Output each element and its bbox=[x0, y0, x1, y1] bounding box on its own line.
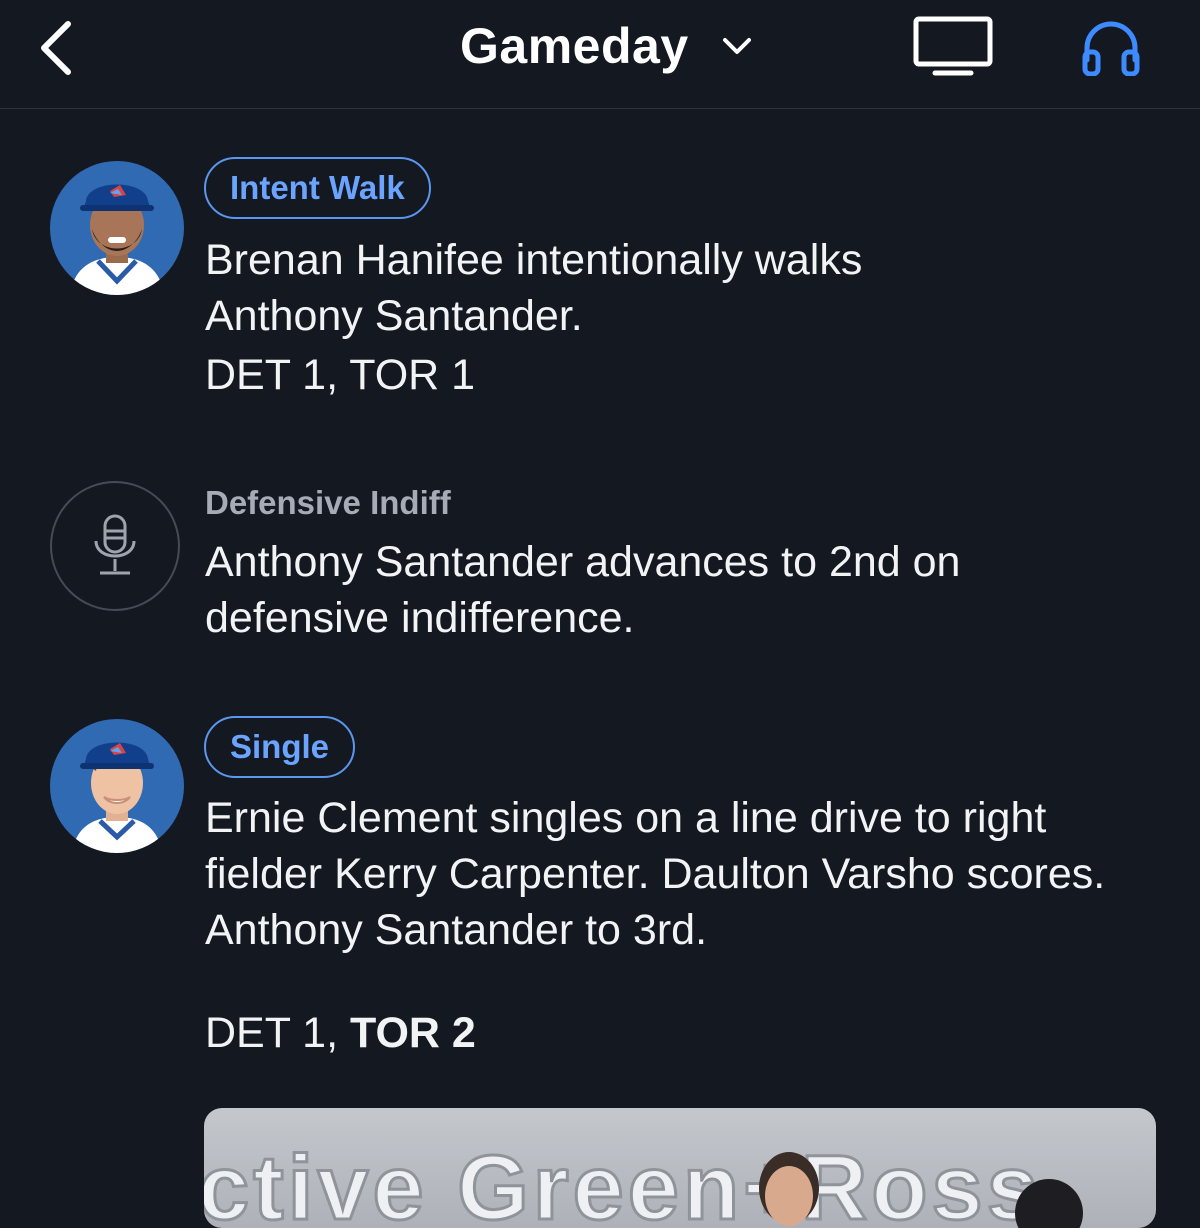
play-description: Anthony Santander advances to 2nd on def… bbox=[205, 538, 961, 642]
score-separator: , bbox=[326, 351, 350, 399]
video-player-figure bbox=[759, 1152, 819, 1226]
score-line: DET 1, TOR 1 bbox=[205, 347, 475, 403]
score-line: DET 1, TOR 2 bbox=[205, 1005, 476, 1061]
chevron-left-icon bbox=[41, 21, 71, 75]
microphone-icon bbox=[94, 514, 136, 575]
away-score: DET 1 bbox=[205, 351, 327, 399]
gameday-menu[interactable]: Gameday bbox=[460, 14, 753, 78]
player-avatar[interactable] bbox=[50, 719, 184, 853]
headphones-icon bbox=[1082, 21, 1140, 76]
page-title: Gameday bbox=[460, 18, 689, 74]
play-type-badge: Intent Walk bbox=[204, 157, 431, 219]
video-thumbnail-text: ctive Green+Ross bbox=[204, 1136, 1042, 1228]
chevron-down-icon bbox=[721, 35, 753, 57]
audio-button[interactable] bbox=[1076, 14, 1146, 80]
back-button[interactable] bbox=[30, 18, 80, 78]
tv-button[interactable] bbox=[910, 14, 996, 80]
play-type-badge: Single bbox=[204, 716, 356, 778]
play-type-label: Defensive Indiff bbox=[205, 484, 451, 521]
away-score: DET 1 bbox=[205, 1009, 327, 1057]
home-score: TOR 1 bbox=[349, 351, 476, 399]
tv-icon bbox=[913, 16, 993, 76]
play-description: Ernie Clement singles on a line drive to… bbox=[205, 794, 1106, 954]
top-bar: Gameday bbox=[0, 0, 1200, 109]
player-avatar[interactable] bbox=[50, 161, 184, 295]
home-score: TOR 2 bbox=[350, 1009, 476, 1057]
highlight-video-card[interactable]: ctive Green+Ross bbox=[204, 1108, 1156, 1228]
score-separator: , bbox=[326, 1009, 350, 1057]
video-player-figure-2 bbox=[1015, 1179, 1083, 1228]
play-description: Brenan Hanifee intentionally walks Antho… bbox=[205, 236, 863, 340]
commentary-marker bbox=[50, 481, 180, 611]
